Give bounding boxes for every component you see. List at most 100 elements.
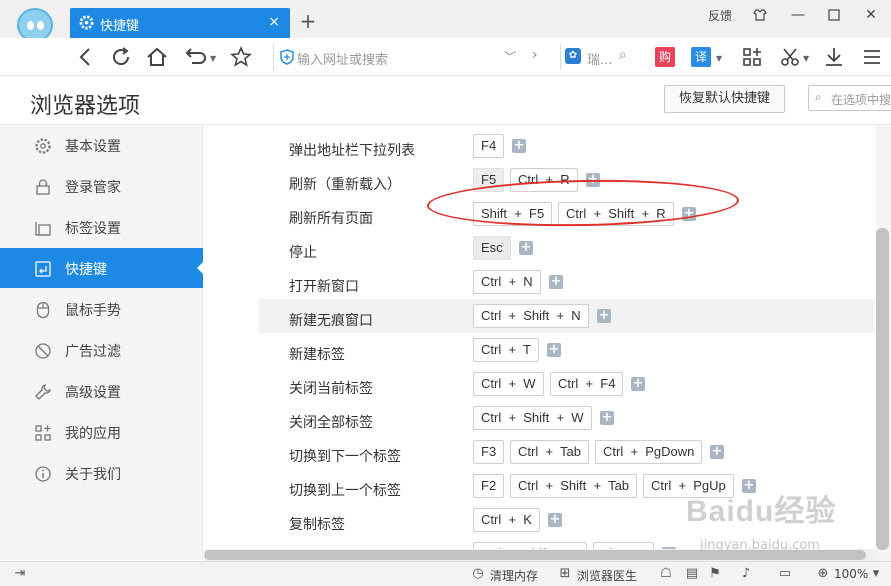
shortcut-name: 新建标签 — [289, 347, 345, 363]
shortcut-key[interactable]: Ctrl + Shift + N — [473, 304, 589, 328]
shortcut-key[interactable]: F4 — [473, 134, 505, 158]
sidebar-toggle-icon[interactable]: ⇥ — [12, 566, 28, 581]
menu-icon[interactable] — [860, 45, 884, 69]
sidebar-item-login[interactable]: 登录管家 — [0, 166, 203, 206]
shortcut-key[interactable]: F2 — [473, 474, 505, 498]
shortcut-row: 切换到下一个标签 F3 Ctrl + Tab Ctrl + PgDown + — [259, 440, 874, 476]
tab-shortcuts[interactable]: 快捷键 × — [70, 8, 290, 38]
add-shortcut-button[interactable]: + — [600, 411, 614, 425]
search-icon: ⌕ — [815, 90, 822, 104]
new-tab-button[interactable]: + — [298, 9, 318, 33]
options-sidebar: 基本设置 登录管家 标签设置 快捷键 鼠标手势 广告过滤 高级设置 我的应用 关… — [0, 125, 204, 560]
browser-doctor-button[interactable]: 浏览器医生 — [577, 567, 637, 584]
add-shortcut-button[interactable]: + — [631, 377, 645, 391]
sidebar-item-label: 高级设置 — [65, 385, 121, 401]
address-bar[interactable]: 输入网址或搜索 ﹀ › — [273, 44, 551, 70]
shortcut-key[interactable]: Ctrl + Tab — [510, 440, 589, 464]
gear-icon — [79, 15, 94, 30]
sidebar-item-my-apps[interactable]: 我的应用 — [0, 412, 203, 452]
maximize-button[interactable] — [821, 4, 847, 26]
skin-icon[interactable] — [747, 4, 773, 26]
wrench-icon — [35, 384, 51, 400]
add-shortcut-button[interactable]: + — [519, 241, 533, 255]
game-icon[interactable]: ☖ — [658, 566, 674, 581]
options-search-input[interactable]: ⌕ 在选项中搜索 — [808, 85, 891, 111]
forward-icon[interactable]: › — [532, 47, 538, 63]
search-engine-box[interactable]: ✿ 瑞... ⌕ — [560, 44, 638, 70]
paw-icon: ✿ — [565, 48, 581, 64]
shortcut-name: 新建无痕窗口 — [289, 313, 373, 329]
page-title: 浏览器选项 — [30, 94, 141, 119]
sidebar-item-mouse-gestures[interactable]: 鼠标手势 — [0, 289, 203, 329]
zoom-level[interactable]: 100% — [834, 567, 868, 581]
sidebar-item-label: 我的应用 — [65, 426, 121, 442]
close-window-button[interactable]: ✕ — [858, 4, 884, 26]
shortcut-name: 关闭全部标签 — [289, 415, 373, 431]
shortcut-name: 停止 — [289, 245, 317, 261]
shortcut-key[interactable]: Ctrl + W — [473, 372, 544, 396]
shortcut-row: 新建无痕窗口 Ctrl + Shift + N + — [259, 299, 874, 333]
minimize-button[interactable]: — — [785, 4, 811, 26]
chevron-down-icon[interactable]: ▾ — [868, 566, 884, 581]
shortcut-key[interactable]: Esc — [473, 236, 511, 260]
sidebar-item-label: 关于我们 — [65, 467, 121, 483]
clock-icon: ◷ — [472, 566, 484, 581]
sidebar-item-about[interactable]: 关于我们 — [0, 453, 203, 493]
vertical-scrollbar-thumb[interactable] — [876, 228, 889, 550]
shortcut-name: 刷新（重新载入） — [289, 177, 401, 193]
block-icon — [35, 343, 51, 359]
zoom-icon[interactable]: ⊕ — [815, 566, 831, 581]
window-icon[interactable]: ▭ — [777, 566, 793, 581]
shortcut-key[interactable]: Ctrl + PgDown — [595, 440, 703, 464]
add-shortcut-button[interactable]: + — [710, 445, 724, 459]
home-icon[interactable] — [145, 45, 169, 69]
gear-icon — [35, 138, 51, 154]
sidebar-item-label: 快捷键 — [65, 262, 107, 278]
shortcut-key[interactable]: Ctrl + Shift + Tab — [510, 474, 638, 498]
feedback-button[interactable]: 反馈 — [708, 7, 732, 24]
shield-icon — [280, 49, 294, 65]
back-icon[interactable] — [74, 45, 98, 69]
add-shortcut-button[interactable]: + — [597, 309, 611, 323]
sidebar-item-advanced[interactable]: 高级设置 — [0, 371, 203, 411]
refresh-icon[interactable] — [109, 45, 133, 69]
tab-close-button[interactable]: × — [268, 14, 280, 30]
apps-grid-icon[interactable] — [740, 45, 764, 69]
address-input[interactable]: 输入网址或搜索 — [297, 49, 388, 68]
shortcut-key[interactable]: Ctrl + T — [473, 338, 539, 362]
star-icon[interactable] — [229, 45, 253, 69]
shortcut-key[interactable]: Ctrl + Shift + W — [473, 406, 592, 430]
sidebar-item-basic[interactable]: 基本设置 — [0, 125, 203, 165]
sidebar-item-shortcuts[interactable]: 快捷键 — [0, 248, 204, 288]
shortcut-key[interactable]: Ctrl + N — [473, 270, 541, 294]
shortcut-key[interactable]: F3 — [473, 440, 505, 464]
shortcut-key[interactable]: Ctrl + K — [473, 508, 540, 532]
scissors-icon[interactable] — [778, 45, 802, 69]
translate-dropdown-icon[interactable]: ▼ — [716, 54, 722, 63]
flag-icon[interactable]: ⚑ — [707, 566, 723, 581]
undo-dropdown-icon[interactable]: ▼ — [210, 54, 216, 63]
translate-icon[interactable]: 译 — [691, 47, 711, 67]
add-shortcut-button[interactable]: + — [548, 513, 562, 527]
shield-status-icon[interactable]: ▤ — [684, 566, 700, 581]
sidebar-item-label: 鼠标手势 — [65, 303, 121, 319]
search-icon[interactable]: ⌕ — [619, 47, 627, 63]
shopping-icon[interactable]: 购 — [655, 47, 675, 67]
clean-memory-button[interactable]: 清理内存 — [490, 567, 538, 584]
download-icon[interactable] — [822, 45, 846, 69]
shortcut-row: 弹出地址栏下拉列表 F4 + — [259, 134, 874, 170]
add-shortcut-button[interactable]: + — [512, 139, 526, 153]
undo-icon[interactable] — [182, 45, 206, 69]
shortcut-key[interactable]: Ctrl + F4 — [550, 372, 624, 396]
add-shortcut-button[interactable]: + — [549, 275, 563, 289]
sidebar-item-tabs[interactable]: 标签设置 — [0, 207, 203, 247]
restore-defaults-button[interactable]: 恢复默认快捷键 — [664, 85, 785, 113]
scissors-dropdown-icon[interactable]: ▼ — [803, 54, 809, 63]
options-header: 浏览器选项 恢复默认快捷键 ⌕ 在选项中搜索 — [0, 77, 891, 125]
chevron-down-icon[interactable]: ﹀ — [504, 48, 516, 65]
speaker-icon[interactable]: ♪ — [738, 566, 754, 581]
sidebar-item-ad-filter[interactable]: 广告过滤 — [0, 330, 203, 370]
add-shortcut-button[interactable]: + — [547, 343, 561, 357]
watermark-brand: Baidu经验 — [686, 495, 837, 528]
shortcut-icon — [35, 261, 51, 277]
